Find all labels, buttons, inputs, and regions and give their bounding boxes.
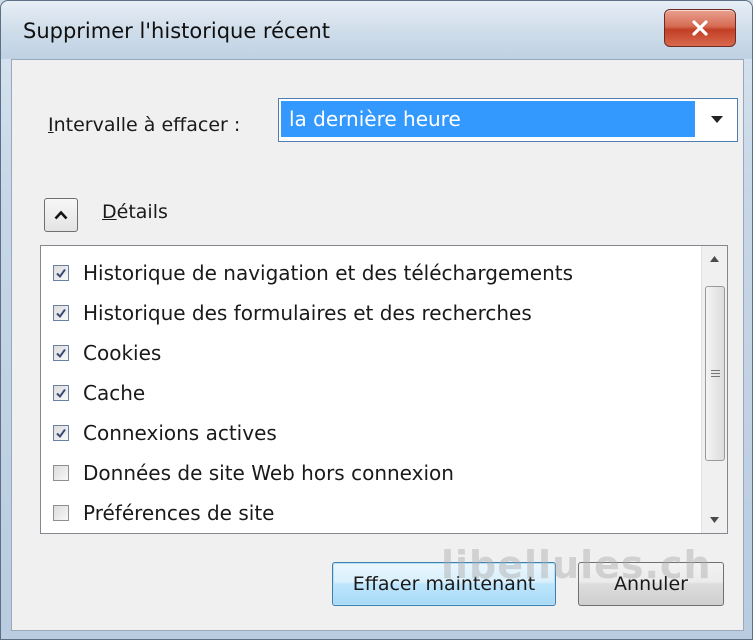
scroll-thumb[interactable] xyxy=(705,286,725,461)
history-item[interactable]: Cookies xyxy=(53,338,161,368)
history-item-label: Historique de navigation et des téléchar… xyxy=(83,261,574,285)
history-item-label: Données de site Web hors connexion xyxy=(83,461,454,485)
history-item[interactable]: Préférences de site xyxy=(53,498,274,528)
checkmark-icon xyxy=(56,268,66,279)
checkmark-icon xyxy=(56,428,66,439)
clear-history-dialog: Supprimer l'historique récent Intervalle… xyxy=(0,0,753,640)
checkbox-checked[interactable] xyxy=(53,345,69,361)
details-toggle-button[interactable] xyxy=(44,198,78,232)
history-item[interactable]: Historique des formulaires et des recher… xyxy=(53,298,532,328)
checkbox-checked[interactable] xyxy=(53,305,69,321)
chevron-up-icon xyxy=(54,210,68,220)
history-item[interactable]: Connexions actives xyxy=(53,418,277,448)
close-button[interactable] xyxy=(664,9,736,47)
interval-label: Intervalle à effacer : xyxy=(48,114,241,136)
checkmark-icon xyxy=(56,308,66,319)
checkmark-icon xyxy=(56,348,66,359)
history-item[interactable]: Cache xyxy=(53,378,145,408)
history-item-label: Préférences de site xyxy=(83,501,275,525)
dropdown-arrow-icon[interactable] xyxy=(697,99,737,139)
details-label: Détails xyxy=(102,201,168,223)
checkbox-unchecked[interactable] xyxy=(53,465,69,481)
history-item-label: Cookies xyxy=(83,341,162,365)
scroll-up-arrow-icon[interactable] xyxy=(702,248,727,270)
history-item-label: Historique des formulaires et des recher… xyxy=(83,301,532,325)
interval-selected-value: la dernière heure xyxy=(281,101,695,137)
history-item[interactable]: Données de site Web hors connexion xyxy=(53,458,454,488)
window-title: Supprimer l'historique récent xyxy=(23,19,331,43)
scroll-down-arrow-icon[interactable] xyxy=(702,509,727,531)
checkbox-checked[interactable] xyxy=(53,425,69,441)
list-scrollbar[interactable] xyxy=(701,246,727,533)
interval-select[interactable]: la dernière heure xyxy=(278,98,738,142)
history-item[interactable]: Historique de navigation et des téléchar… xyxy=(53,258,573,288)
checkmark-icon xyxy=(56,388,66,399)
history-item-label: Cache xyxy=(83,381,146,405)
history-items-list[interactable]: Historique de navigation et des téléchar… xyxy=(40,245,728,534)
checkbox-checked[interactable] xyxy=(53,385,69,401)
title-bar[interactable]: Supprimer l'historique récent xyxy=(1,1,752,59)
close-icon xyxy=(692,20,708,36)
watermark: libellules.ch xyxy=(441,543,712,587)
checkbox-unchecked[interactable] xyxy=(53,505,69,521)
checkbox-checked[interactable] xyxy=(53,265,69,281)
history-item-label: Connexions actives xyxy=(83,421,277,445)
